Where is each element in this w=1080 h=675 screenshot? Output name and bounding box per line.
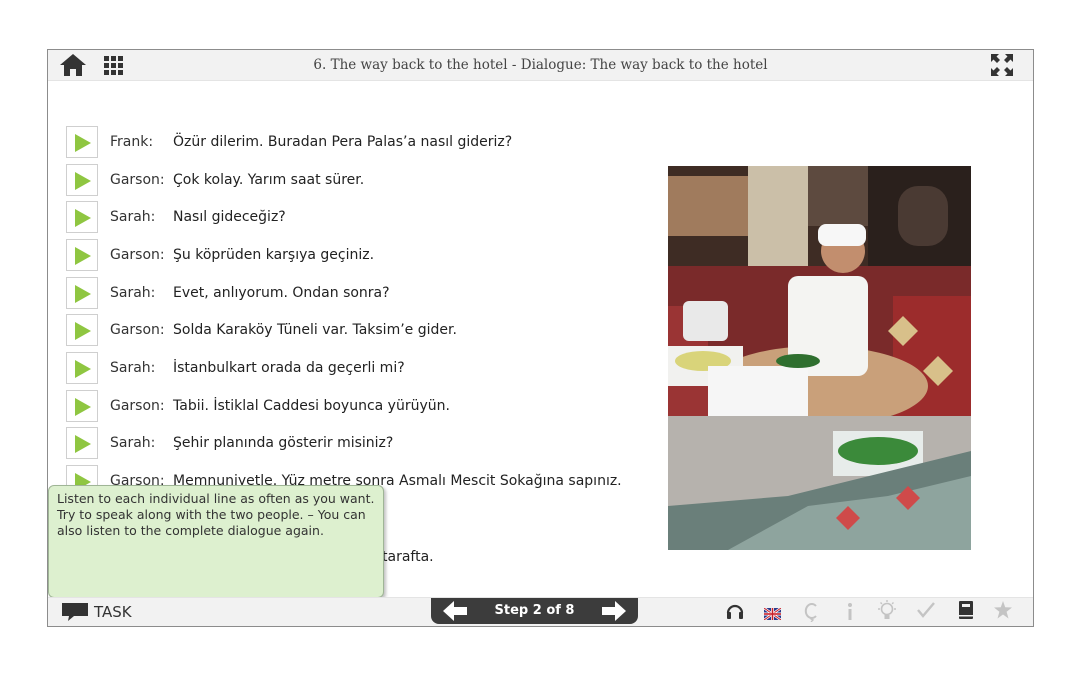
speaker-name: Sarah: [110,360,156,376]
speaker-name: Garson: [110,398,165,414]
play-icon [75,322,91,340]
play-button[interactable] [66,239,98,271]
uk-flag-icon[interactable] [763,605,782,624]
speech-bubble-icon [62,603,88,621]
step-navigator: Step 2 of 8 [431,598,638,624]
play-icon [75,398,91,416]
speaker-name: Sarah: [110,285,156,301]
task-tooltip: Listen to each individual line as often … [48,485,384,598]
dialogue-text: İstanbulkart orada da geçerli mi? [173,360,405,376]
headphones-icon[interactable] [726,602,744,624]
lesson-window: 6. The way back to the hotel - Dialogue:… [47,49,1034,627]
speaker-name: Garson: [110,172,165,188]
arrow-right-icon [602,601,626,621]
speaker-name: Sarah: [110,209,156,225]
speaker-name: Frank: [110,134,154,150]
bottom-toolbar: TASK Step 2 of 8 [48,597,1033,626]
play-button[interactable] [66,201,98,233]
dialogue-text: Tabii. İstiklal Caddesi boyunca yürüyün. [173,398,450,414]
dialogue-text: Şu köprüden karşıya geçiniz. [173,247,375,263]
task-label: TASK [94,603,132,621]
top-toolbar: 6. The way back to the hotel - Dialogue:… [48,50,1033,81]
play-icon [75,285,91,303]
play-button[interactable] [66,352,98,384]
play-button[interactable] [66,126,98,158]
c-cedilla-icon[interactable] [803,602,819,626]
check-icon[interactable] [917,602,935,622]
speaker-name: Garson: [110,247,165,263]
next-step-button[interactable] [602,601,626,625]
play-button[interactable] [66,314,98,346]
page-title: 6. The way back to the hotel - Dialogue:… [313,57,768,73]
play-button[interactable] [66,164,98,196]
play-button[interactable] [66,390,98,422]
info-icon[interactable] [845,602,855,626]
dialogue-text: Evet, anlıyorum. Ondan sonra? [173,285,390,301]
dialogue-text: Özür dilerim. Buradan Pera Palas’a nasıl… [173,134,513,150]
dialogue-text: Solda Karaköy Tüneli var. Taksim’e gider… [173,322,457,338]
speaker-name: Garson: [110,322,165,338]
star-icon[interactable] [994,601,1012,623]
market-photo [668,166,971,550]
play-icon [75,172,91,190]
fullscreen-icon[interactable] [991,54,1013,76]
play-icon [75,134,91,152]
play-button[interactable] [66,277,98,309]
play-icon [75,247,91,265]
play-icon [75,435,91,453]
speaker-name: Sarah: [110,435,156,451]
dialogue-text: tarafta. [382,549,434,565]
lightbulb-icon[interactable] [877,600,897,626]
dialogue-text: Çok kolay. Yarım saat sürer. [173,172,365,188]
play-icon [75,209,91,227]
dialogue-text: Şehir planında gösterir misiniz? [173,435,394,451]
play-icon [75,360,91,378]
dialogue-text: Nasıl gideceğiz? [173,209,286,225]
play-button[interactable] [66,427,98,459]
book-icon[interactable] [959,601,973,623]
